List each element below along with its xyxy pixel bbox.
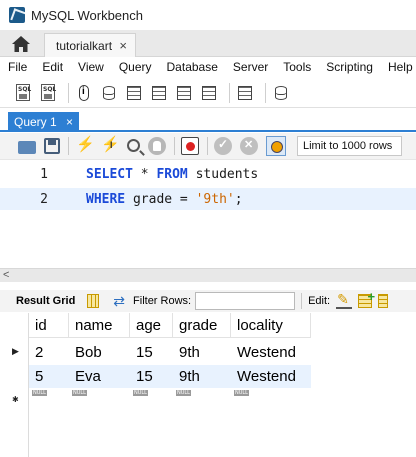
cell-locality[interactable]: Westend [231,341,311,364]
main-toolbar: SQL SQL [0,78,416,108]
column-header-age[interactable]: age [130,313,173,338]
menu-tools[interactable]: Tools [283,60,311,74]
row-header-column [0,313,29,457]
cell-grade[interactable]: 9th [173,341,231,364]
filter-rows-input[interactable] [195,292,296,310]
menu-database[interactable]: Database [167,60,218,74]
code-token: ; [234,191,243,207]
query-tab-bar: Query 1 × [0,112,416,132]
create-function-icon[interactable] [199,83,219,103]
keyword-token: FROM [156,166,188,182]
explain-icon[interactable] [127,138,140,152]
edit-row-icon[interactable] [336,291,353,309]
string-token: '9th' [195,191,235,207]
menu-edit[interactable]: Edit [42,60,63,74]
connection-tab-bar: tutorialkart × [0,30,416,57]
stop-icon[interactable] [148,137,166,155]
code-line-1: SELECT * FROM students [86,167,258,182]
menu-server[interactable]: Server [233,60,268,74]
stop-on-error-icon[interactable] [181,137,199,155]
editor-line-current: 2 WHERE grade = '9th'; [0,188,416,210]
code-token: * [132,166,157,182]
code-token: students [187,166,259,182]
cell-grade[interactable]: 9th [173,365,231,388]
home-icon [12,35,30,52]
null-placeholder-name[interactable]: NULL [72,390,87,396]
limit-rows-select[interactable]: Limit to 1000 rows [297,136,402,156]
connection-tab-label: tutorialkart [56,38,113,53]
refresh-icon[interactable]: ⇄ [113,293,125,310]
add-row-icon[interactable] [358,289,375,308]
autocommit-toggle-icon[interactable] [266,136,286,156]
menu-help[interactable]: Help [388,60,413,74]
null-placeholder-grade[interactable]: NULL [176,390,191,396]
keyword-token: SELECT [86,166,133,182]
delete-row-icon[interactable] [378,294,389,308]
query-tab[interactable]: Query 1 × [8,112,79,132]
open-sql-script-icon[interactable]: SQL [38,83,58,103]
cell-name[interactable]: Bob [69,341,130,364]
line-number: 1 [40,166,48,182]
home-button[interactable] [0,30,42,57]
new-row-marker: ✱ [12,395,19,404]
column-header-grade[interactable]: grade [173,313,231,338]
menu-view[interactable]: View [78,60,104,74]
edit-label: Edit: [308,295,331,307]
close-tab-icon[interactable]: × [119,38,127,53]
cell-age[interactable]: 15 [130,365,173,388]
line-number: 2 [40,191,48,207]
sql-editor[interactable]: 1 SELECT * FROM students 2 WHERE grade =… [0,161,416,267]
null-placeholder-id[interactable]: NULL [32,390,47,396]
open-file-icon[interactable] [18,140,36,154]
create-schema-icon[interactable] [99,83,119,103]
keyword-token: WHERE [86,191,126,207]
cell-name[interactable]: Eva [69,365,130,388]
mysql-workbench-icon [9,7,25,23]
new-sql-tab-icon[interactable]: SQL [13,83,33,103]
menu-scripting[interactable]: Scripting [326,60,373,74]
cell-locality[interactable]: Westend [231,365,311,388]
menu-query[interactable]: Query [119,60,152,74]
column-header-locality[interactable]: locality [231,313,311,338]
create-view-icon[interactable] [149,83,169,103]
column-header-id[interactable]: id [29,313,69,338]
reconnect-icon[interactable] [271,83,291,103]
editor-line: 1 SELECT * FROM students [0,163,416,185]
null-placeholder-age[interactable]: NULL [133,390,148,396]
cell-id[interactable]: 5 [29,365,69,388]
rollback-icon[interactable] [240,137,258,155]
code-line-2: WHERE grade = '9th'; [86,192,243,207]
cell-id[interactable]: 2 [29,341,69,364]
menu-file[interactable]: File [8,60,27,74]
save-icon[interactable] [44,138,60,154]
title-bar: MySQL Workbench [0,0,416,30]
result-toolbar: Result Grid ⇄ Filter Rows: Edit: [0,289,416,312]
sql-editor-toolbar: Limit to 1000 rows [0,133,416,160]
filter-rows-label: Filter Rows: [133,295,192,307]
result-grid-label[interactable]: Result Grid [16,295,75,307]
execute-icon[interactable] [75,135,95,155]
selected-row-marker: ▶ [12,346,19,356]
inspector-icon[interactable] [74,83,94,103]
column-header-name[interactable]: name [69,313,130,338]
editor-horizontal-scrollbar[interactable]: < [0,268,416,282]
null-placeholder-locality[interactable]: NULL [234,390,249,396]
create-table-icon[interactable] [124,83,144,103]
commit-icon[interactable] [214,137,232,155]
query-tab-label: Query 1 [14,115,57,129]
connection-tab[interactable]: tutorialkart × [44,33,136,57]
close-query-tab-icon[interactable]: × [66,115,73,129]
scroll-left-icon[interactable]: < [3,269,9,281]
result-grid: id name age grade locality ▶ 2 Bob 15 9t… [0,313,416,457]
code-token: grade = [125,191,196,207]
execute-current-statement-icon[interactable] [101,135,120,155]
create-procedure-icon[interactable] [174,83,194,103]
menu-bar: File Edit View Query Database Server Too… [0,57,416,77]
search-table-data-icon[interactable] [235,83,255,103]
grid-view-icon[interactable] [87,294,100,308]
cell-age[interactable]: 15 [130,341,173,364]
window-title: MySQL Workbench [31,7,143,23]
